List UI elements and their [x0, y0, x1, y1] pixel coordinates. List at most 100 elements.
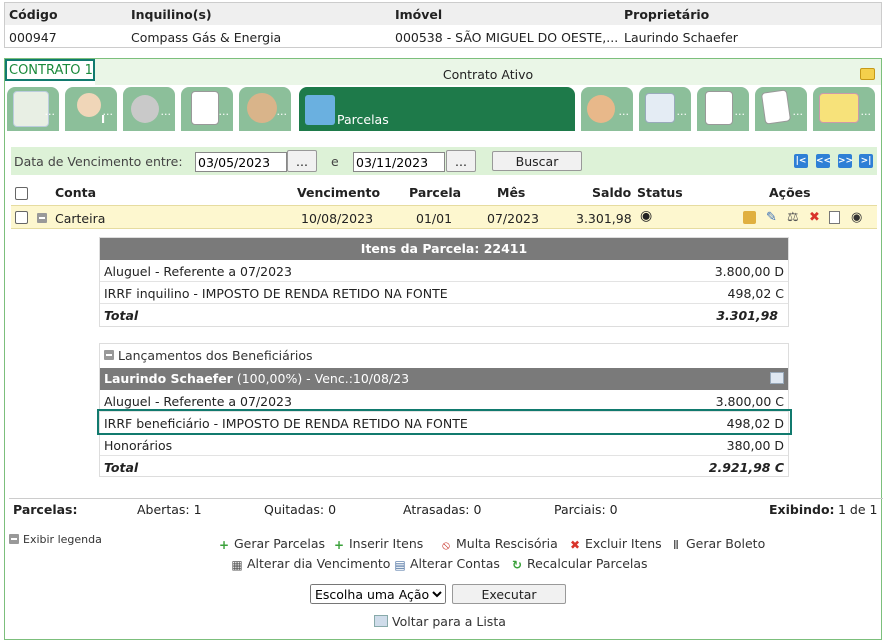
filter-and-label: e: [331, 154, 339, 169]
list-item: IRRF inquilino - IMPOSTO DE RENDA RETIDO…: [100, 282, 788, 304]
contract-status: Contrato Ativo: [95, 59, 881, 85]
recalculate-installments-link[interactable]: ↻ Recalcular Parcelas: [511, 556, 648, 571]
document-icon[interactable]: [829, 211, 840, 224]
table-row[interactable]: Carteira 10/08/2023 01/01 07/2023 3.301,…: [11, 205, 877, 229]
col-inquilino: Inquilino(s): [131, 7, 212, 22]
checklist-icon: [191, 91, 219, 125]
transfer-icon: [645, 93, 675, 123]
coins-icon[interactable]: [743, 211, 756, 224]
statement-icon[interactable]: [770, 372, 784, 384]
search-button[interactable]: Buscar: [492, 151, 582, 171]
previous-page-icon[interactable]: <<: [816, 154, 831, 168]
refresh-icon: ↻: [511, 558, 523, 572]
show-legend-link[interactable]: Exibir legenda: [9, 533, 102, 546]
change-accounts-link[interactable]: ▤ Alterar Contas: [394, 556, 500, 571]
documents-icon: [760, 89, 792, 125]
col-proprietario: Proprietário: [624, 7, 710, 22]
back-to-list-link[interactable]: Voltar para a Lista: [374, 614, 506, 629]
insert-items-link[interactable]: + Inserir Itens: [333, 536, 423, 551]
highlight-box: [97, 409, 792, 435]
row-saldo: 3.301,98: [576, 211, 632, 226]
first-page-icon[interactable]: |<: [794, 154, 808, 168]
balance-scale-icon[interactable]: ⚖: [787, 211, 800, 224]
note-pad-icon: [819, 93, 859, 123]
beneficiary-name: Laurindo Schaefer: [104, 371, 233, 386]
change-due-day-link[interactable]: ▦ Alterar dia Vencimento: [231, 556, 390, 571]
list-item: Aluguel - Referente a 07/2023 3.800,00 D: [100, 260, 788, 282]
accounts-icon: ▤: [394, 558, 406, 572]
date-from-picker-button[interactable]: ...: [287, 150, 317, 172]
installment-items-header: Itens da Parcela: 22411: [100, 238, 788, 260]
value-inquilino: Compass Gás & Energia: [131, 30, 282, 45]
row-mes: 07/2023: [487, 211, 539, 226]
beneficiaries-total-row: Total 2.921,98 C: [104, 460, 784, 475]
beneficiaries-title: Lançamentos dos Beneficiários: [118, 348, 313, 363]
beneficiary-header: Laurindo Schaefer (100,00%) - Venc.:10/0…: [100, 368, 788, 390]
filter-label: Data de Vencimento entre:: [14, 154, 183, 169]
person-icon: [77, 93, 101, 117]
tab-checklist[interactable]: ...: [181, 87, 233, 131]
add-icon: +: [218, 538, 230, 552]
row-vencimento: 10/08/2023: [301, 211, 374, 226]
date-to-picker-button[interactable]: ...: [446, 150, 476, 172]
select-all-checkbox[interactable]: [15, 187, 28, 200]
value-codigo: 000947: [9, 30, 57, 45]
barcode-icon: Ⅱ: [673, 538, 679, 552]
folder-icon: [305, 95, 335, 125]
delete-icon: ✖: [569, 538, 581, 552]
generate-installments-link[interactable]: + Gerar Parcelas: [218, 536, 325, 551]
tab-money[interactable]: ...: [239, 87, 291, 131]
contract-panel: Contrato Ativo CONTRATO 1 ... I ... ... …: [4, 58, 883, 640]
tab-notes[interactable]: ...: [813, 87, 875, 131]
delete-icon[interactable]: ✖: [809, 211, 822, 224]
eye-icon[interactable]: ◉: [851, 211, 864, 224]
contract-header-table: Código Inquilino(s) Imóvel Proprietário …: [4, 2, 882, 48]
tab-settings[interactable]: ...: [123, 87, 175, 131]
contract-title[interactable]: CONTRATO 1: [5, 59, 95, 81]
gears-icon: [131, 95, 159, 123]
prohibited-icon: ⦸: [442, 538, 450, 552]
tab-transfer[interactable]: ...: [639, 87, 691, 131]
date-to-input[interactable]: [353, 152, 445, 172]
col-mes: Mês: [497, 185, 526, 200]
list-item: Honorários 380,00 D: [100, 434, 788, 456]
col-saldo: Saldo: [592, 185, 632, 200]
tab-contract[interactable]: ...: [7, 87, 59, 131]
edit-pencil-icon[interactable]: ✎: [766, 211, 779, 224]
date-from-input[interactable]: [195, 152, 287, 172]
row-checkbox[interactable]: [15, 211, 28, 224]
last-page-icon[interactable]: >|: [859, 154, 873, 168]
tab-parcelas[interactable]: Parcelas: [299, 87, 575, 131]
calendar-icon: ▦: [231, 558, 243, 572]
items-total-row: Total 3.301,98: [104, 308, 778, 323]
header-values-row: 000947 Compass Gás & Energia 000538 - SÃ…: [5, 26, 881, 48]
col-status: Status: [637, 185, 683, 200]
installments-table-header: Conta Vencimento Parcela Mês Saldo Statu…: [11, 183, 877, 203]
next-page-icon[interactable]: >>: [838, 154, 853, 168]
collapse-icon[interactable]: [37, 213, 47, 223]
col-vencimento: Vencimento: [297, 185, 381, 200]
view-status-icon[interactable]: ◉: [640, 208, 652, 224]
action-select[interactable]: Escolha uma Ação: [310, 584, 446, 604]
note-icon[interactable]: [860, 68, 875, 80]
tab-report[interactable]: ...: [697, 87, 749, 131]
col-acoes: Ações: [769, 185, 811, 200]
generate-boleto-link[interactable]: Ⅱ Gerar Boleto: [670, 536, 765, 551]
tab-tenant[interactable]: I ...: [65, 87, 117, 131]
legend-toggle-icon: [9, 534, 19, 544]
date-filter-bar: Data de Vencimento entre: ... e ... Busc…: [11, 147, 877, 175]
beneficiary-detail: (100,00%) - Venc.:10/08/23: [236, 371, 410, 386]
row-conta: Carteira: [55, 211, 106, 226]
delete-items-link[interactable]: ✖ Excluir Itens: [569, 536, 662, 551]
termination-fine-link[interactable]: ⦸ Multa Rescisória: [440, 536, 558, 551]
list-icon: [374, 615, 388, 627]
header-row: Código Inquilino(s) Imóvel Proprietário: [5, 3, 881, 25]
tab-payment[interactable]: ...: [581, 87, 633, 131]
col-conta: Conta: [55, 185, 97, 200]
col-imovel: Imóvel: [395, 7, 443, 22]
hand-coin-icon: [587, 95, 615, 123]
tab-documents[interactable]: ...: [755, 87, 807, 131]
col-parcela: Parcela: [409, 185, 462, 200]
value-imovel: 000538 - SÃO MIGUEL DO OESTE,...: [395, 30, 619, 45]
execute-button[interactable]: Executar: [452, 584, 566, 604]
